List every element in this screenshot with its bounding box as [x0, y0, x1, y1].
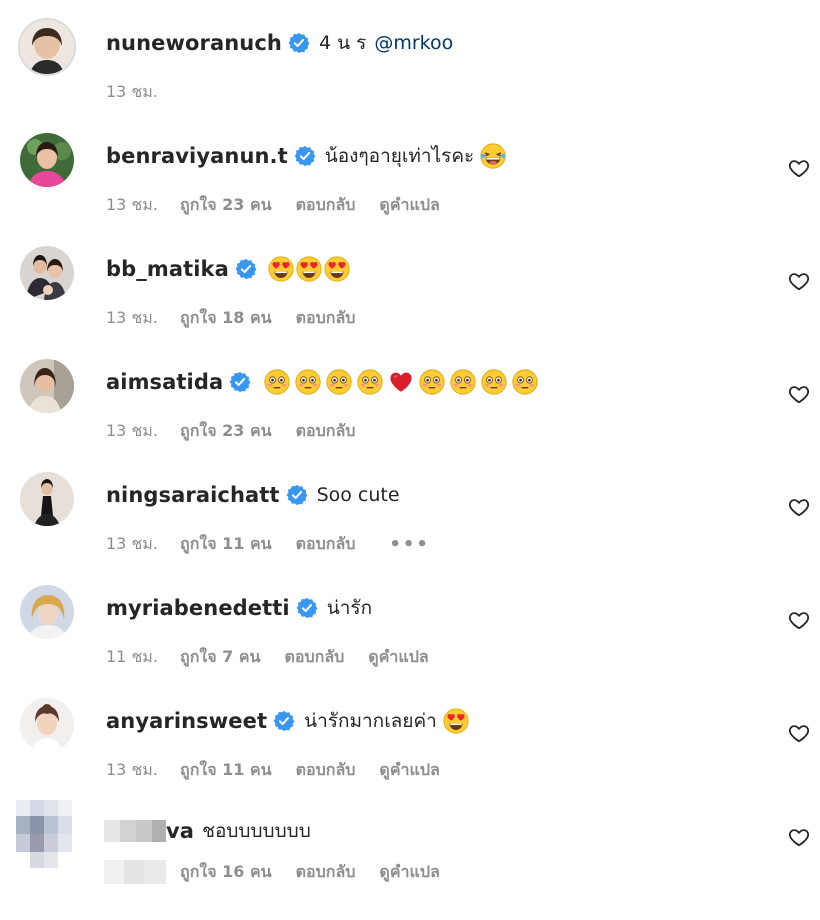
reply-button[interactable]: ตอบกลับ: [296, 306, 356, 331]
heart-eyes-emoji-icon: [268, 256, 294, 282]
flushed-emoji-icon: [450, 369, 476, 395]
reply-button[interactable]: ตอบกลับ: [296, 419, 356, 444]
avatar[interactable]: [20, 472, 74, 526]
comment-item: ningsaraichatt Soo cute 13 ชม. ถูกใจ 11 …: [0, 472, 820, 584]
comment-username[interactable]: ningsaraichatt: [106, 483, 280, 507]
flushed-emoji-icon: [264, 369, 290, 395]
comment-item: benraviyanun.t น้องๆอายุเท่าไรคะ 13 ชม. …: [0, 133, 820, 245]
comment-username[interactable]: anyarinsweet: [106, 709, 267, 733]
reply-button[interactable]: ตอบกลับ: [296, 193, 356, 218]
like-heart-icon[interactable]: [788, 496, 810, 518]
see-translation-button[interactable]: ดูคำแปล: [379, 758, 439, 783]
reply-button[interactable]: ตอบกลับ: [296, 532, 356, 557]
comment-text: 4 น ร: [318, 32, 367, 54]
more-options-icon[interactable]: •••: [389, 534, 430, 555]
comment-timestamp[interactable]: 13 ชม.: [106, 80, 180, 105]
comment-text: Soo cute: [316, 484, 400, 506]
laughing-tears-emoji-icon: [480, 143, 506, 169]
comment-likes-count[interactable]: ถูกใจ 18 คน: [180, 306, 272, 331]
like-heart-icon[interactable]: [788, 157, 810, 179]
pixelated-timestamp: [104, 860, 166, 884]
verified-badge-icon: [235, 258, 257, 280]
flushed-emoji-icon: [512, 369, 538, 395]
comment-timestamp[interactable]: 13 ชม.: [106, 193, 180, 218]
see-translation-button[interactable]: ดูคำแปล: [379, 193, 439, 218]
avatar[interactable]: [20, 585, 74, 639]
comment-likes-count[interactable]: ถูกใจ 16 คน: [180, 860, 272, 885]
heart-eyes-emoji-icon: [443, 708, 469, 734]
pixelated-avatar[interactable]: [16, 800, 72, 868]
comment-username[interactable]: myriabenedetti: [106, 596, 290, 620]
red-heart-emoji-icon: [388, 369, 414, 395]
like-heart-icon[interactable]: [788, 383, 810, 405]
comment-mention[interactable]: @mrkoo: [374, 32, 453, 54]
like-heart-icon[interactable]: [788, 270, 810, 292]
see-translation-button[interactable]: ดูคำแปล: [379, 860, 439, 885]
comment-likes-count[interactable]: ถูกใจ 23 คน: [180, 193, 272, 218]
comment-item: aimsatida 13 ชม. ถูกใจ 23 คน ตอบกลับ: [0, 359, 820, 471]
flushed-emoji-icon: [419, 369, 445, 395]
heart-eyes-emoji-icon: [296, 256, 322, 282]
see-translation-button[interactable]: ดูคำแปล: [368, 645, 428, 670]
comment-username[interactable]: benraviyanun.t: [106, 144, 288, 168]
avatar[interactable]: [18, 18, 76, 76]
verified-badge-icon: [286, 484, 308, 506]
comment-timestamp[interactable]: 11 ชม.: [106, 645, 180, 670]
comment-likes-count[interactable]: ถูกใจ 11 คน: [180, 758, 272, 783]
comment-username[interactable]: bb_matika: [106, 257, 229, 281]
comment-username[interactable]: va: [166, 819, 194, 843]
verified-badge-icon: [294, 145, 316, 167]
comment-item: myriabenedetti น่ารัก 11 ชม. ถูกใจ 7 คน …: [0, 585, 820, 697]
flushed-emoji-icon: [295, 369, 321, 395]
verified-badge-icon: [273, 710, 295, 732]
comment-text: น่ารักมากเลยค่า: [304, 710, 437, 732]
flushed-emoji-icon: [357, 369, 383, 395]
reply-button[interactable]: ตอบกลับ: [284, 645, 344, 670]
comment-item: bb_matika 13 ชม. ถูกใจ 18 คน ตอบกลับ: [0, 246, 820, 358]
heart-eyes-emoji-icon: [324, 256, 350, 282]
comment-timestamp[interactable]: 13 ชม.: [106, 306, 180, 331]
avatar[interactable]: [20, 359, 74, 413]
verified-badge-icon: [229, 371, 251, 393]
flushed-emoji-icon: [481, 369, 507, 395]
comment-emojis: [264, 369, 538, 395]
comment-timestamp[interactable]: 13 ชม.: [106, 532, 180, 557]
comment-likes-count[interactable]: ถูกใจ 23 คน: [180, 419, 272, 444]
comment-text: น่ารัก: [326, 597, 373, 619]
reply-button[interactable]: ตอบกลับ: [296, 860, 356, 885]
comment-likes-count[interactable]: ถูกใจ 7 คน: [180, 645, 260, 670]
comment-item: nuneworanuch 4 น ร @mrkoo 13 ชม.: [0, 18, 820, 132]
avatar[interactable]: [20, 246, 74, 300]
avatar[interactable]: [20, 698, 74, 752]
comment-item: anyarinsweet น่ารักมากเลยค่า 13 ชม. ถูกใ…: [0, 698, 820, 810]
comment-username[interactable]: nuneworanuch: [106, 31, 282, 55]
verified-badge-icon: [296, 597, 318, 619]
like-heart-icon[interactable]: [788, 826, 810, 848]
comment-timestamp[interactable]: 13 ชม.: [106, 419, 180, 444]
comment-likes-count[interactable]: ถูกใจ 11 คน: [180, 532, 272, 557]
verified-badge-icon: [288, 32, 310, 54]
like-heart-icon[interactable]: [788, 609, 810, 631]
comment-text: ชอบบบบบบบ: [202, 820, 311, 842]
reply-button[interactable]: ตอบกลับ: [296, 758, 356, 783]
like-heart-icon[interactable]: [788, 722, 810, 744]
pixelated-username: [104, 820, 166, 842]
comment-item: va ชอบบบบบบบ ถูกใจ 16 คน ตอบกลับ ดูคำแปล: [0, 800, 820, 912]
avatar[interactable]: [20, 133, 74, 187]
comment-text: น้องๆอายุเท่าไรคะ: [324, 145, 475, 167]
flushed-emoji-icon: [326, 369, 352, 395]
comment-username[interactable]: aimsatida: [106, 370, 223, 394]
comment-timestamp[interactable]: 13 ชม.: [106, 758, 180, 783]
comment-emojis: [268, 256, 350, 282]
